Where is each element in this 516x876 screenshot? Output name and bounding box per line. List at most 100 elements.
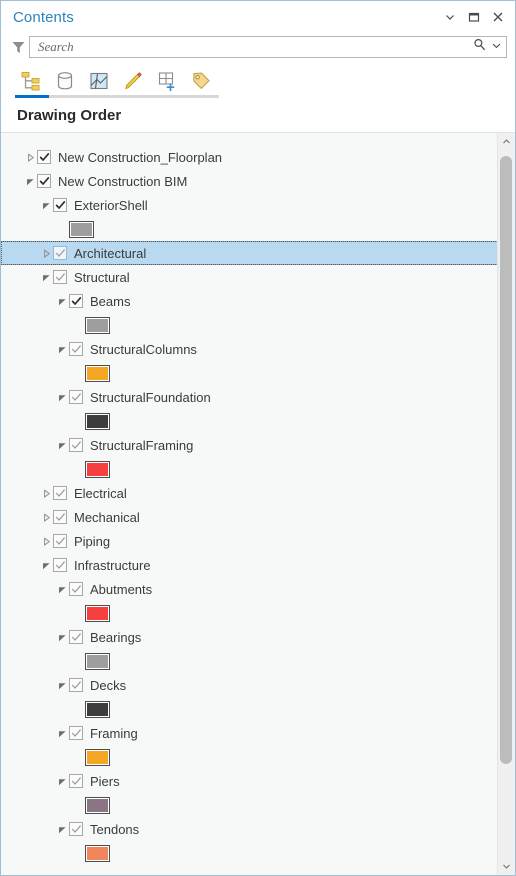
- filter-icon[interactable]: [7, 36, 29, 58]
- tree-row[interactable]: StructuralFraming: [1, 433, 497, 457]
- expander-collapsed-icon[interactable]: [39, 505, 53, 529]
- tab-list-by-labeling[interactable]: [185, 66, 217, 96]
- expander-expanded-icon[interactable]: [39, 553, 53, 577]
- tree-row[interactable]: New Construction BIM: [1, 169, 497, 193]
- tree-row[interactable]: Beams: [1, 289, 497, 313]
- expander-expanded-icon[interactable]: [39, 193, 53, 217]
- layer-symbol-swatch[interactable]: [85, 652, 110, 670]
- expander-expanded-icon[interactable]: [39, 265, 53, 289]
- layer-visibility-checkbox[interactable]: [69, 630, 83, 644]
- tree-row[interactable]: Mechanical: [1, 505, 497, 529]
- tree-row[interactable]: StructuralFoundation: [1, 385, 497, 409]
- expander-collapsed-icon[interactable]: [39, 241, 53, 265]
- layer-symbol-swatch[interactable]: [85, 316, 110, 334]
- pane-title: Contents: [13, 8, 74, 26]
- expander-expanded-icon[interactable]: [55, 385, 69, 409]
- tree-row-label: ExteriorShell: [74, 197, 148, 213]
- expander-expanded-icon[interactable]: [55, 625, 69, 649]
- layer-visibility-checkbox[interactable]: [53, 270, 67, 284]
- layer-symbol-swatch[interactable]: [85, 412, 110, 430]
- scroll-up-chevron-up-icon[interactable]: [498, 133, 515, 150]
- expander-expanded-icon[interactable]: [55, 337, 69, 361]
- layer-symbol-row: [1, 361, 497, 385]
- tree-row[interactable]: Framing: [1, 721, 497, 745]
- layer-visibility-checkbox[interactable]: [53, 510, 67, 524]
- expander-expanded-icon[interactable]: [55, 721, 69, 745]
- layer-visibility-checkbox[interactable]: [69, 726, 83, 740]
- scrollbar-track[interactable]: [498, 150, 515, 858]
- magnifier-icon[interactable]: [473, 38, 486, 56]
- restore-icon[interactable]: [463, 6, 485, 28]
- layer-visibility-checkbox[interactable]: [53, 198, 67, 212]
- tree-row[interactable]: ExteriorShell: [1, 193, 497, 217]
- tree-row[interactable]: StructuralColumns: [1, 337, 497, 361]
- expander-collapsed-icon[interactable]: [39, 529, 53, 553]
- expander-expanded-icon[interactable]: [55, 673, 69, 697]
- layer-symbol-swatch[interactable]: [85, 844, 110, 862]
- layer-symbol-row: [1, 409, 497, 433]
- layer-visibility-checkbox[interactable]: [37, 150, 51, 164]
- tree-row[interactable]: Structural: [1, 265, 497, 289]
- menu-chevron-down-icon[interactable]: [439, 6, 461, 28]
- tree-row[interactable]: Electrical: [1, 481, 497, 505]
- tab-list-by-drawing-order[interactable]: [15, 66, 47, 96]
- tree-row-label: New Construction BIM: [58, 173, 188, 189]
- expander-expanded-icon[interactable]: [55, 577, 69, 601]
- layer-visibility-checkbox[interactable]: [53, 246, 67, 260]
- layer-symbol-swatch[interactable]: [69, 220, 94, 238]
- expander-expanded-icon[interactable]: [55, 769, 69, 793]
- layer-visibility-checkbox[interactable]: [69, 678, 83, 692]
- tree-row-label: Mechanical: [74, 509, 140, 525]
- layer-symbol-swatch[interactable]: [85, 748, 110, 766]
- tree-row-label: Framing: [90, 725, 138, 741]
- tree-row[interactable]: Piers: [1, 769, 497, 793]
- expander-collapsed-icon[interactable]: [39, 481, 53, 505]
- tree-row[interactable]: New Construction_Floorplan: [1, 145, 497, 169]
- close-icon[interactable]: [487, 6, 509, 28]
- expander-collapsed-icon[interactable]: [23, 145, 37, 169]
- layer-symbol-swatch[interactable]: [85, 460, 110, 478]
- tree-row-label: StructuralFoundation: [90, 389, 211, 405]
- tree-row[interactable]: Tendons: [1, 817, 497, 841]
- expander-expanded-icon[interactable]: [23, 169, 37, 193]
- tree-row[interactable]: Decks: [1, 673, 497, 697]
- scroll-down-chevron-down-icon[interactable]: [498, 858, 515, 875]
- tree-row[interactable]: Bearings: [1, 625, 497, 649]
- layer-symbol-swatch[interactable]: [85, 364, 110, 382]
- tree-row-label: Piers: [90, 773, 120, 789]
- tree-row-selected[interactable]: Architectural: [1, 241, 497, 265]
- layer-visibility-checkbox[interactable]: [69, 438, 83, 452]
- scrollbar-thumb[interactable]: [500, 156, 512, 764]
- search-box[interactable]: [29, 36, 507, 58]
- layer-visibility-checkbox[interactable]: [69, 342, 83, 356]
- layer-visibility-checkbox[interactable]: [53, 486, 67, 500]
- layer-visibility-checkbox[interactable]: [69, 294, 83, 308]
- expander-expanded-icon[interactable]: [55, 289, 69, 313]
- layer-symbol-swatch[interactable]: [85, 604, 110, 622]
- tab-list-by-selection[interactable]: [83, 66, 115, 96]
- layer-symbol-swatch[interactable]: [85, 796, 110, 814]
- search-box-icons: [469, 38, 502, 56]
- layer-symbol-swatch[interactable]: [85, 700, 110, 718]
- tree-row-label: Beams: [90, 293, 131, 309]
- search-chevron-down-icon[interactable]: [491, 38, 502, 56]
- layer-visibility-checkbox[interactable]: [69, 582, 83, 596]
- tree-row[interactable]: Infrastructure: [1, 553, 497, 577]
- layer-visibility-checkbox[interactable]: [69, 822, 83, 836]
- layer-visibility-checkbox[interactable]: [69, 774, 83, 788]
- tree-row-label: Decks: [90, 677, 127, 693]
- layer-visibility-checkbox[interactable]: [69, 390, 83, 404]
- tab-list-by-data-source[interactable]: [49, 66, 81, 96]
- expander-expanded-icon[interactable]: [55, 817, 69, 841]
- layer-visibility-checkbox[interactable]: [53, 534, 67, 548]
- tab-list-by-editing[interactable]: [117, 66, 149, 96]
- layer-visibility-checkbox[interactable]: [53, 558, 67, 572]
- search-input[interactable]: [38, 38, 469, 56]
- tree-scrollbar[interactable]: [497, 133, 515, 875]
- tab-list-by-snapping[interactable]: [151, 66, 183, 96]
- layer-visibility-checkbox[interactable]: [37, 174, 51, 188]
- tree-row[interactable]: Piping: [1, 529, 497, 553]
- tree-row[interactable]: Abutments: [1, 577, 497, 601]
- expander-expanded-icon[interactable]: [55, 433, 69, 457]
- tree-row-label: Tendons: [90, 821, 140, 837]
